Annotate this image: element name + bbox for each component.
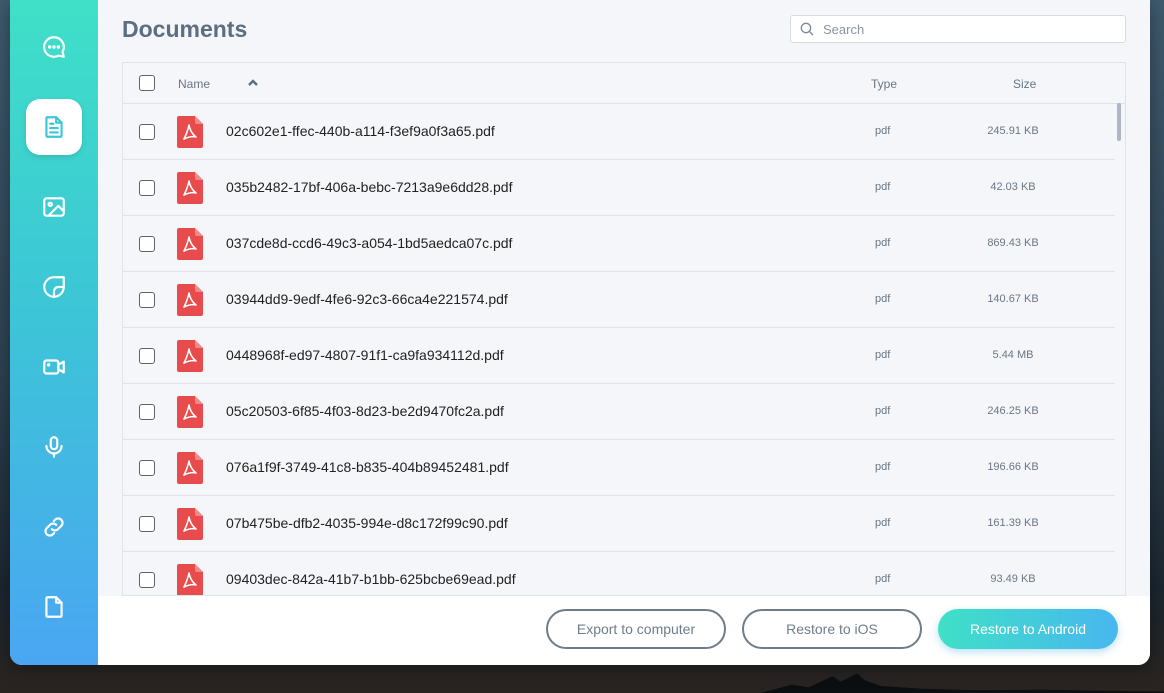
file-size: 869.43 KB xyxy=(987,237,1039,249)
search-input[interactable] xyxy=(823,21,1113,37)
file-name: 02c602e1-ffec-440b-a114-f3ef9a0f3a65.pdf xyxy=(226,123,495,139)
file-size: 196.66 KB xyxy=(987,461,1039,473)
file-type: pdf xyxy=(875,237,891,249)
table-row[interactable]: 02c602e1-ffec-440b-a114-f3ef9a0f3a65.pdf… xyxy=(123,104,1115,160)
file-name: 07b475be-dfb2-4035-994e-d8c172f99c90.pdf xyxy=(226,515,508,531)
action-footer: Export to computer Restore to iOS Restor… xyxy=(98,596,1150,665)
file-size: 5.44 MB xyxy=(992,349,1034,361)
microphone-icon xyxy=(45,436,63,458)
row-checkbox[interactable] xyxy=(139,404,155,420)
column-header-size[interactable]: Size xyxy=(1013,77,1036,91)
pdf-file-icon xyxy=(177,564,203,595)
column-header-name[interactable]: Name xyxy=(178,77,210,91)
link-icon xyxy=(44,517,64,537)
document-icon xyxy=(45,116,63,138)
file-size: 42.03 KB xyxy=(990,181,1036,193)
file-size: 140.67 KB xyxy=(987,293,1039,305)
column-header-type[interactable]: Type xyxy=(871,77,897,91)
file-name: 0448968f-ed97-4807-91f1-ca9fa934112d.pdf xyxy=(226,347,504,363)
table-row[interactable]: 07b475be-dfb2-4035-994e-d8c172f99c90.pdf… xyxy=(123,496,1115,552)
file-type: pdf xyxy=(875,181,891,193)
file-type: pdf xyxy=(875,293,891,305)
row-checkbox[interactable] xyxy=(139,292,155,308)
image-icon xyxy=(43,197,65,217)
pdf-file-icon xyxy=(177,508,203,540)
file-type: pdf xyxy=(875,461,891,473)
row-checkbox[interactable] xyxy=(139,460,155,476)
file-size: 161.39 KB xyxy=(987,517,1039,529)
row-checkbox[interactable] xyxy=(139,572,155,588)
search-box[interactable] xyxy=(790,15,1126,43)
sidebar xyxy=(10,0,98,665)
file-type: pdf xyxy=(875,125,891,137)
restore-to-ios-button[interactable]: Restore to iOS xyxy=(742,609,922,649)
file-name: 037cde8d-ccd6-49c3-a054-1bd5aedca07c.pdf xyxy=(226,235,513,251)
sidebar-item-audio[interactable] xyxy=(26,419,82,475)
file-name: 09403dec-842a-41b7-b1bb-625bcbe69ead.pdf xyxy=(226,571,516,587)
sidebar-item-photos[interactable] xyxy=(26,179,82,235)
pdf-file-icon xyxy=(177,396,203,428)
row-checkbox[interactable] xyxy=(139,180,155,196)
sidebar-item-files[interactable] xyxy=(26,579,82,635)
background-landscape xyxy=(760,673,1164,693)
file-name: 076a1f9f-3749-41c8-b835-404b89452481.pdf xyxy=(226,459,509,475)
pdf-file-icon xyxy=(177,172,203,204)
main-panel: Documents Name Type Size 02c6 xyxy=(98,0,1150,665)
table-row[interactable]: 037cde8d-ccd6-49c3-a054-1bd5aedca07c.pdf… xyxy=(123,216,1115,272)
pdf-file-icon xyxy=(177,228,203,260)
file-size: 245.91 KB xyxy=(987,125,1039,137)
sidebar-item-stickers[interactable] xyxy=(26,259,82,315)
pdf-file-icon xyxy=(177,340,203,372)
search-icon xyxy=(800,22,814,36)
file-size: 246.25 KB xyxy=(987,405,1039,417)
file-name: 035b2482-17bf-406a-bebc-7213a9e6dd28.pdf xyxy=(226,179,513,195)
table-row[interactable]: 0448968f-ed97-4807-91f1-ca9fa934112d.pdf… xyxy=(123,328,1115,384)
pdf-file-icon xyxy=(177,284,203,316)
sort-ascending-icon[interactable] xyxy=(247,77,259,89)
row-checkbox[interactable] xyxy=(139,124,155,140)
pdf-file-icon xyxy=(177,116,203,148)
documents-table: Name Type Size 02c602e1-ffec-440b-a114-f… xyxy=(122,62,1126,596)
file-name: 05c20503-6f85-4f03-8d23-be2d9470fc2a.pdf xyxy=(226,403,504,419)
sidebar-item-videos[interactable] xyxy=(26,339,82,395)
chat-bubble-icon xyxy=(43,36,65,58)
file-type: pdf xyxy=(875,349,891,361)
file-type: pdf xyxy=(875,517,891,529)
app-window: Documents Name Type Size 02c6 xyxy=(10,0,1150,665)
page-title: Documents xyxy=(122,16,248,42)
file-type: pdf xyxy=(875,405,891,417)
sidebar-item-messages[interactable] xyxy=(26,19,82,75)
table-row[interactable]: 035b2482-17bf-406a-bebc-7213a9e6dd28.pdf… xyxy=(123,160,1115,216)
row-checkbox[interactable] xyxy=(139,348,155,364)
restore-to-android-button[interactable]: Restore to Android xyxy=(938,609,1118,649)
scrollbar-thumb[interactable] xyxy=(1117,103,1121,141)
row-checkbox[interactable] xyxy=(139,516,155,532)
pdf-file-icon xyxy=(177,452,203,484)
table-header: Name Type Size xyxy=(123,63,1125,104)
file-size: 93.49 KB xyxy=(990,573,1036,585)
table-row[interactable]: 09403dec-842a-41b7-b1bb-625bcbe69ead.pdf… xyxy=(123,552,1115,595)
file-icon xyxy=(45,596,63,618)
export-to-computer-button[interactable]: Export to computer xyxy=(546,609,726,649)
video-icon xyxy=(43,359,65,375)
table-row[interactable]: 076a1f9f-3749-41c8-b835-404b89452481.pdf… xyxy=(123,440,1115,496)
table-row[interactable]: 05c20503-6f85-4f03-8d23-be2d9470fc2a.pdf… xyxy=(123,384,1115,440)
sidebar-item-documents[interactable] xyxy=(26,99,82,155)
select-all-checkbox[interactable] xyxy=(139,75,155,91)
sticker-icon xyxy=(43,276,65,298)
file-name: 03944dd9-9edf-4fe6-92c3-66ca4e221574.pdf xyxy=(226,291,508,307)
table-row[interactable]: 03944dd9-9edf-4fe6-92c3-66ca4e221574.pdf… xyxy=(123,272,1115,328)
row-checkbox[interactable] xyxy=(139,236,155,252)
sidebar-item-links[interactable] xyxy=(26,499,82,555)
file-type: pdf xyxy=(875,573,891,585)
